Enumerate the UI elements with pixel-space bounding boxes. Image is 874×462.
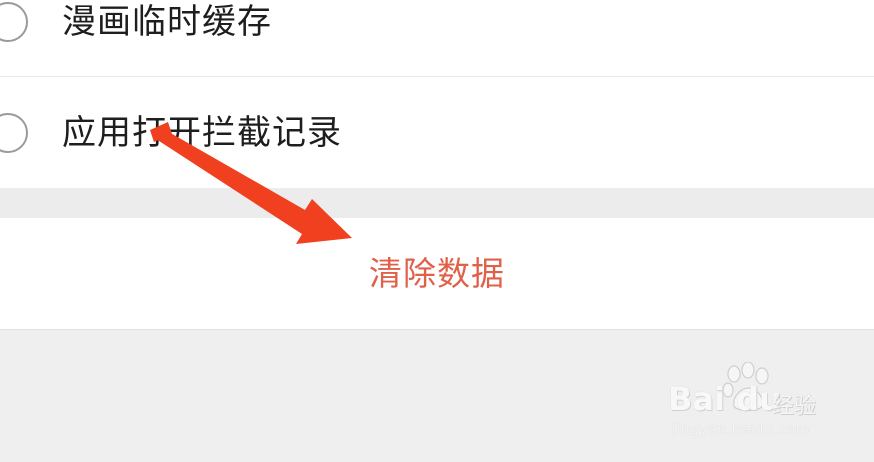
options-list: 漫画临时缓存 应用打开拦截记录 <box>0 0 874 188</box>
clear-data-section: 清除数据 <box>0 218 874 330</box>
option-label: 应用打开拦截记录 <box>62 113 342 153</box>
clear-data-label: 清除数据 <box>369 254 505 293</box>
option-row-app-intercept-records[interactable]: 应用打开拦截记录 <box>0 77 874 188</box>
radio-circle-icon[interactable] <box>0 2 28 42</box>
bottom-empty-area <box>0 330 874 462</box>
option-row-comic-cache[interactable]: 漫画临时缓存 <box>0 0 874 77</box>
option-label: 漫画临时缓存 <box>62 2 272 42</box>
clear-data-button[interactable]: 清除数据 <box>0 218 874 329</box>
radio-circle-icon[interactable] <box>0 113 28 153</box>
section-divider <box>0 188 874 218</box>
